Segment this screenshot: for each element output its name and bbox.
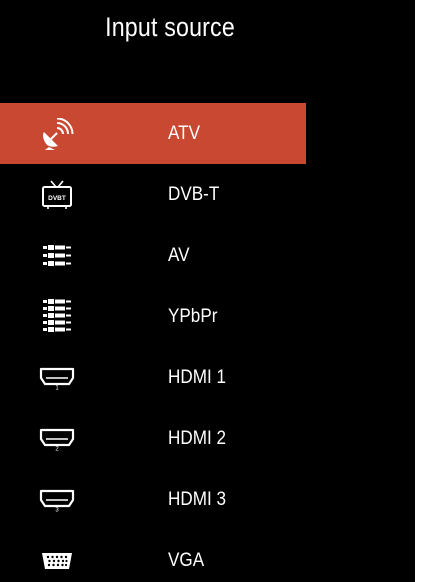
source-label: VGA xyxy=(168,549,205,571)
source-item-dvbt[interactable]: DVBT DVB-T xyxy=(0,164,306,225)
source-item-ypbpr[interactable]: YPbPr xyxy=(0,286,306,347)
input-source-screen: Input source ATV DVBT DVB-T AV YPbPr 1 H… xyxy=(0,0,415,582)
source-label: HDMI 1 xyxy=(168,366,226,388)
av-rca-icon xyxy=(36,240,78,272)
vga-port-icon xyxy=(36,545,78,577)
source-label: AV xyxy=(168,244,190,266)
page-title: Input source xyxy=(105,12,235,42)
source-label: HDMI 3 xyxy=(168,488,226,510)
ypbpr-component-icon xyxy=(36,298,78,333)
svg-text:DVBT: DVBT xyxy=(48,195,66,202)
source-item-hdmi-1[interactable]: 1 HDMI 1 xyxy=(0,347,306,408)
svg-text:1: 1 xyxy=(55,385,59,390)
hdmi-port-icon: 1 xyxy=(36,362,78,394)
input-source-list: ATV DVBT DVB-T AV YPbPr 1 HDMI 1 2 HDMI … xyxy=(0,103,306,582)
source-item-atv[interactable]: ATV xyxy=(0,103,306,164)
source-item-hdmi-3[interactable]: 3 HDMI 3 xyxy=(0,469,306,530)
hdmi-port-icon: 2 xyxy=(36,423,78,455)
hdmi-port-icon: 3 xyxy=(36,484,78,516)
source-item-av[interactable]: AV xyxy=(0,225,306,286)
source-item-hdmi-2[interactable]: 2 HDMI 2 xyxy=(0,408,306,469)
satellite-dish-icon xyxy=(36,117,78,150)
source-label: DVB-T xyxy=(168,183,220,205)
svg-text:3: 3 xyxy=(55,507,59,512)
source-item-vga[interactable]: VGA xyxy=(0,530,306,582)
source-label: HDMI 2 xyxy=(168,427,226,449)
source-label: ATV xyxy=(168,122,200,144)
dvbt-tv-icon: DVBT xyxy=(36,179,78,211)
source-label: YPbPr xyxy=(168,305,218,327)
svg-text:2: 2 xyxy=(55,446,59,451)
